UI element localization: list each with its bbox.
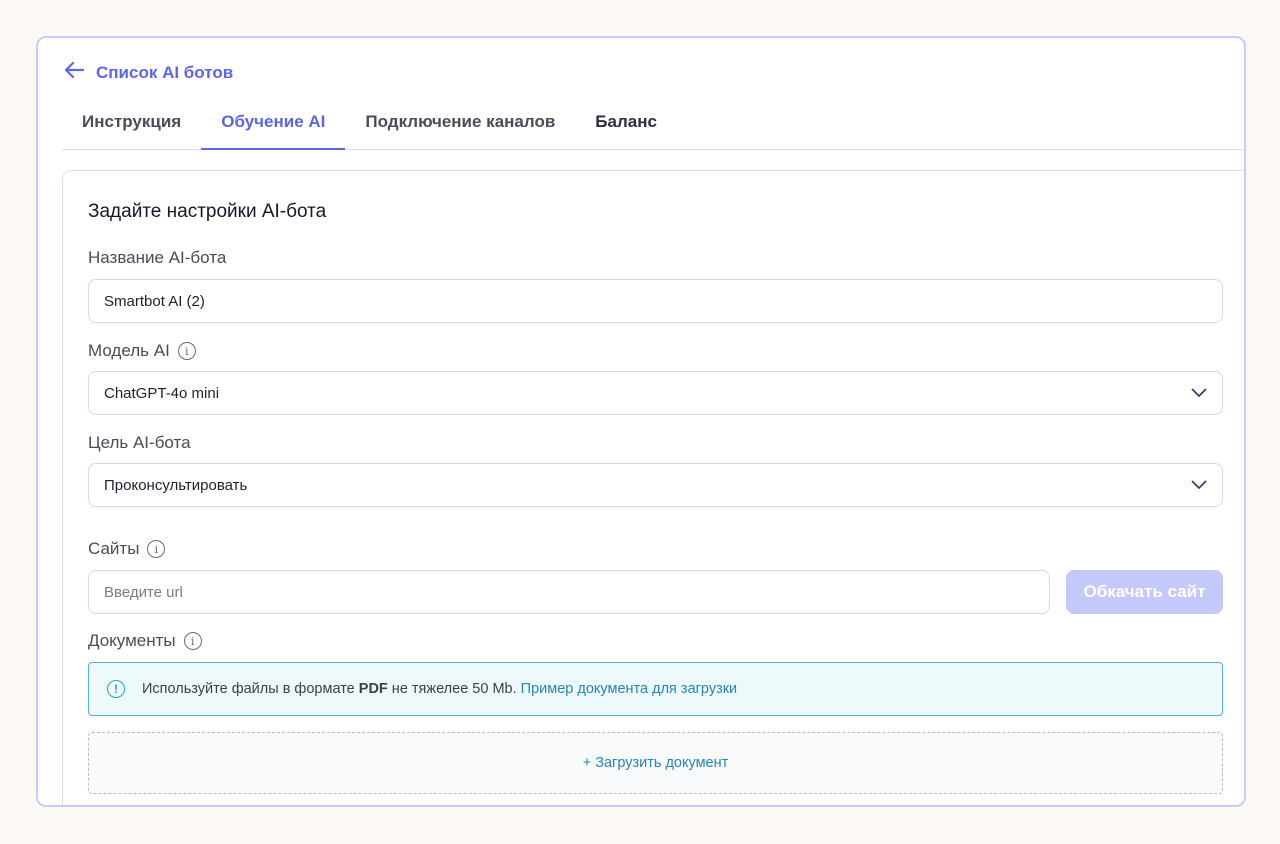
model-label: Модель AI i (88, 341, 196, 361)
tab-instruction[interactable]: Инструкция (62, 100, 201, 150)
settings-card: Задайте настройки AI-бота Название AI-бо… (62, 170, 1244, 805)
info-icon[interactable]: i (183, 632, 202, 650)
sample-doc-link[interactable]: Пример документа для загрузки (521, 681, 738, 697)
back-link-label: Список AI ботов (96, 62, 234, 82)
bot-name-input[interactable]: Smartbot AI (2) (88, 279, 1223, 323)
goal-select[interactable]: Проконсультировать (88, 463, 1223, 507)
goal-label: Цель AI-бота (88, 433, 191, 453)
tab-ai-training[interactable]: Обучение AI (201, 100, 346, 150)
name-label-text: Название AI-бота (88, 248, 227, 267)
crawl-site-button[interactable]: Обкачать сайт (1066, 570, 1223, 614)
alert-text-1: Используйте файлы в формате (142, 681, 359, 697)
tab-bar: Инструкция Обучение AI Подключение канал… (62, 100, 1244, 150)
model-label-text: Модель AI (88, 341, 170, 360)
main-panel: Список AI ботов Инструкция Обучение AI П… (36, 36, 1246, 807)
alert-text: Используйте файлы в формате PDF не тяжел… (142, 681, 737, 697)
back-link[interactable]: Список AI ботов (64, 61, 234, 83)
sites-label: Сайты i (88, 539, 166, 559)
url-input[interactable]: Введите url (88, 570, 1050, 614)
url-placeholder: Введите url (104, 583, 183, 601)
model-select[interactable]: ChatGPT-4o mini (88, 371, 1223, 415)
chevron-down-icon (1191, 477, 1207, 494)
info-icon[interactable]: i (177, 342, 196, 360)
name-label: Название AI-бота (88, 248, 226, 268)
goal-value: Проконсультировать (104, 476, 248, 494)
model-value: ChatGPT-4o mini (104, 384, 220, 402)
alert-text-2: не тяжелее 50 Mb. (387, 681, 521, 697)
arrow-left-icon (64, 61, 85, 83)
goal-label-text: Цель AI-бота (88, 433, 191, 452)
docs-label: Документы i (88, 631, 202, 651)
tab-balance[interactable]: Баланс (575, 100, 677, 150)
alert-format: PDF (358, 681, 388, 697)
info-icon[interactable]: i (147, 540, 166, 558)
chevron-down-icon (1191, 385, 1207, 402)
tab-channels[interactable]: Подключение каналов (345, 100, 575, 150)
docs-info-alert: ! Используйте файлы в формате PDF не тяж… (88, 662, 1223, 716)
exclamation-icon: ! (107, 680, 125, 698)
docs-label-text: Документы (88, 631, 176, 650)
card-title: Задайте настройки AI-бота (88, 201, 327, 222)
upload-document-button[interactable]: + Загрузить документ (88, 732, 1223, 794)
sites-label-text: Сайты (88, 539, 140, 558)
bot-name-value: Smartbot AI (2) (104, 292, 205, 310)
